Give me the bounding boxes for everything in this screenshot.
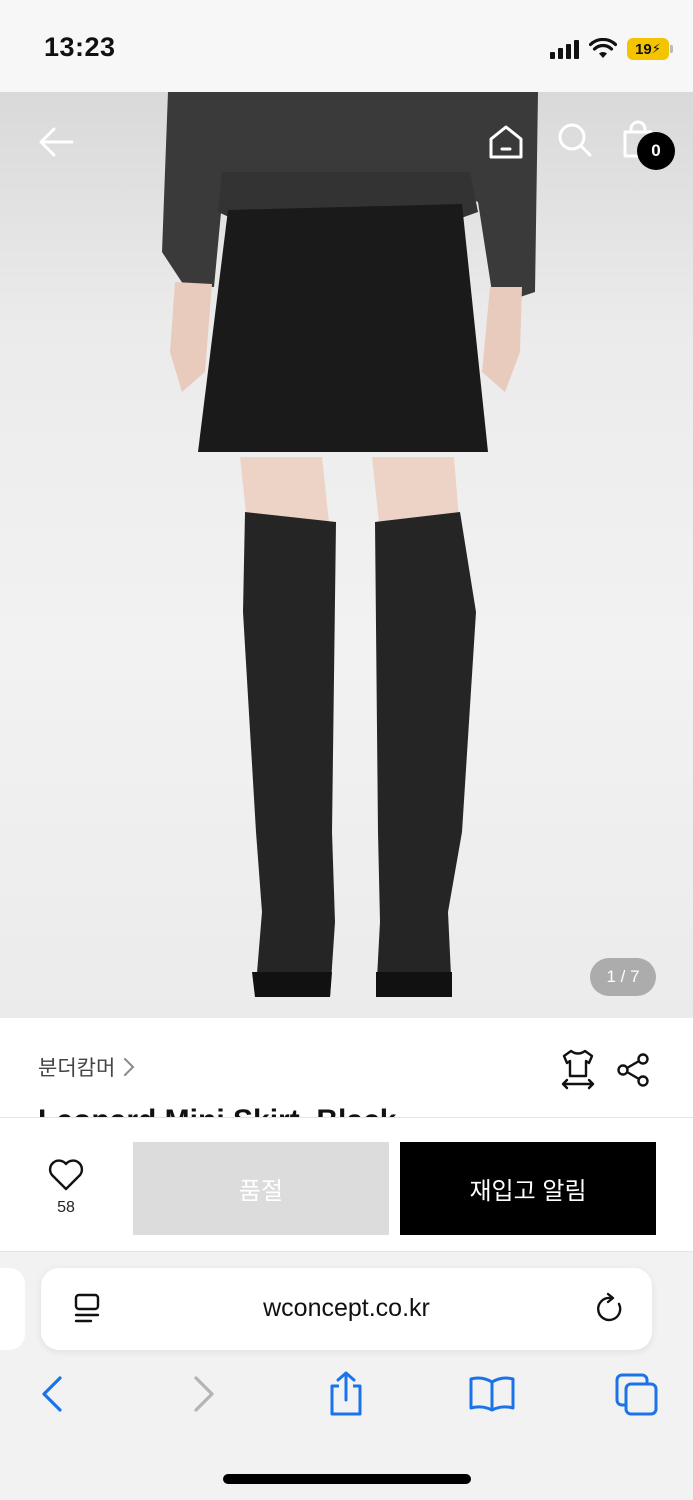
- brand-link[interactable]: 분더캄머: [38, 1052, 135, 1082]
- like-count: 58: [57, 1199, 75, 1216]
- tabs-icon[interactable]: [614, 1372, 660, 1416]
- share-icon: [617, 1053, 649, 1087]
- product-info: 분더캄머 Leopard Mini Skirt_Black: [0, 1018, 693, 1118]
- home-button[interactable]: [484, 119, 528, 163]
- search-icon: [558, 123, 592, 157]
- restock-alert-button[interactable]: 재입고 알림: [400, 1142, 656, 1235]
- bookmarks-icon[interactable]: [468, 1374, 516, 1414]
- purchase-action-bar: 58 품절 재입고 알림: [0, 1117, 693, 1252]
- battery-icon: 19 ⚡: [627, 38, 673, 60]
- soldout-button[interactable]: 품절: [133, 1142, 389, 1235]
- reload-icon[interactable]: [593, 1292, 627, 1326]
- status-icons: 19 ⚡: [550, 38, 673, 60]
- heart-icon: [48, 1159, 84, 1191]
- previous-tab-peek[interactable]: [0, 1268, 25, 1350]
- status-bar: 13:23 19 ⚡: [0, 0, 693, 92]
- home-indicator: [223, 1474, 471, 1484]
- battery-level: 19: [635, 40, 652, 58]
- chevron-right-icon: [124, 1058, 135, 1076]
- size-guide-button[interactable]: [560, 1048, 596, 1095]
- cellular-signal-icon: [550, 39, 579, 59]
- arrow-left-icon: [39, 127, 74, 157]
- home-icon: [489, 125, 523, 159]
- gallery-page-indicator: 1 / 7: [590, 958, 656, 996]
- product-photo: [162, 92, 538, 997]
- share-button[interactable]: [616, 1052, 652, 1093]
- browser-back-icon[interactable]: [38, 1374, 68, 1414]
- status-time: 13:23: [44, 32, 116, 62]
- share-sheet-icon[interactable]: [326, 1370, 366, 1418]
- brand-name: 분더캄머: [38, 1057, 116, 1080]
- url-text: wconcept.co.kr: [263, 1294, 430, 1322]
- product-image-gallery[interactable]: [0, 92, 693, 1018]
- browser-chrome: wconcept.co.kr: [0, 1252, 693, 1500]
- cart-count-badge: 0: [637, 132, 675, 170]
- size-guide-icon: [561, 1049, 595, 1090]
- back-button[interactable]: [34, 120, 78, 164]
- address-bar[interactable]: wconcept.co.kr: [41, 1268, 652, 1350]
- like-button[interactable]: 58: [38, 1158, 94, 1217]
- product-title: Leopard Mini Skirt_Black: [38, 1104, 396, 1118]
- search-button[interactable]: [553, 118, 597, 162]
- browser-forward-icon[interactable]: [188, 1374, 218, 1414]
- wifi-icon: [589, 38, 617, 58]
